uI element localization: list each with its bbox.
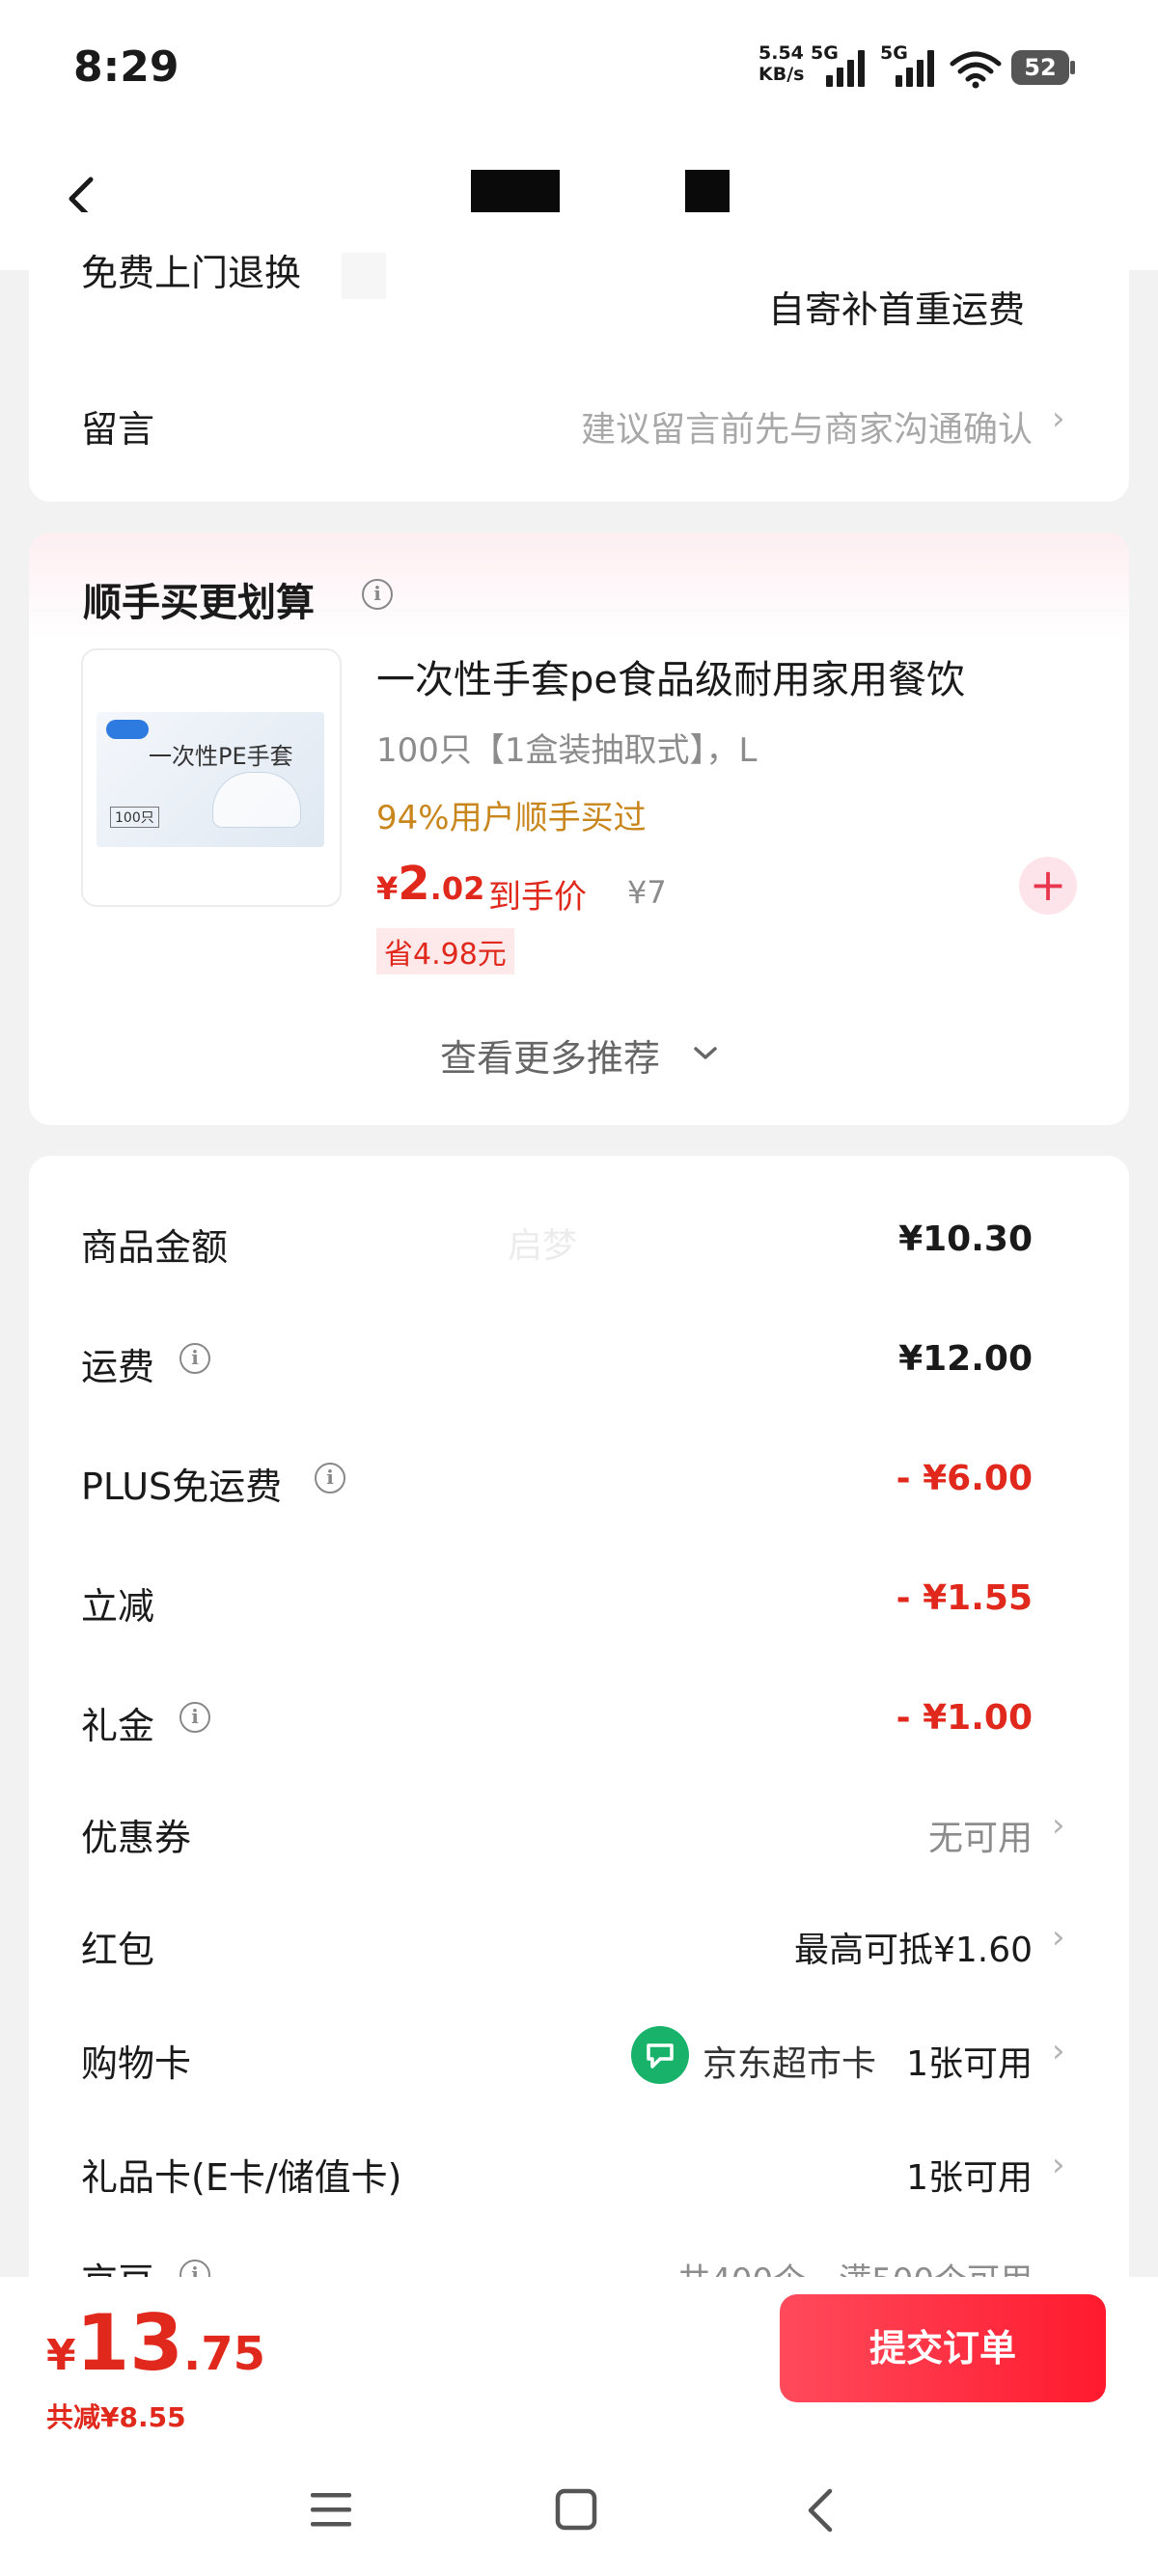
recommend-title: 顺手买更划算 [83,581,315,625]
gift-money-label: 礼金 [81,1705,155,1747]
chevron-down-icon [694,1047,717,1059]
battery-icon: 52 [1011,50,1075,85]
redacted-title-block [471,170,560,214]
total-integer: 13 [75,2298,183,2388]
price-integer: 2 [398,857,430,911]
watermark: 启梦 [508,1226,578,1266]
product-image[interactable]: 一次性PE手套 100只 [81,648,342,907]
status-time: 8:29 [73,42,179,92]
goods-amount-label: 商品金额 [81,1226,229,1269]
info-icon[interactable]: i [179,1343,210,1374]
gift-card-label: 礼品卡(E卡/储值卡) [81,2156,402,2199]
social-proof: 94%用户顺手买过 [376,799,647,837]
price-decimal: .02 [429,870,485,907]
price-tag: 到手价 [488,878,587,917]
gift-money-value: - ¥1.00 [896,1698,1033,1738]
gift-card-value: 1张可用 [906,2158,1033,2198]
status-bar: 8:29 5.54 KB/s 5G 5G 52 [0,0,1158,135]
home-square-icon[interactable] [554,2487,598,2532]
coupon-value: 无可用 [927,1819,1033,1858]
message-label: 留言 [81,408,155,451]
signal-icon [896,50,938,87]
plus-free-freight-value: - ¥6.00 [896,1459,1033,1498]
nav-back-icon[interactable] [801,2487,840,2534]
glove-box-picture: 一次性PE手套 100只 [96,712,324,847]
product-price: ¥2.02 [376,857,484,911]
red-packet-value: 最高可抵¥1.60 [793,1931,1033,1970]
original-price: ¥7 [627,874,667,911]
total-saved: 共减¥8.55 [46,2401,186,2433]
total-currency: ¥ [46,2331,76,2380]
signal-icon [826,50,868,87]
chevron-right-icon: › [1052,2032,1065,2070]
coupon-label: 优惠券 [81,1817,192,1859]
plus-free-freight-label: PLUS免运费 [81,1466,283,1508]
product-name[interactable]: 一次性手套pe食品级耐用家用餐饮 [376,648,965,704]
product-spec: 100只【1盒装抽取式】，L [376,731,758,770]
box-count: 100只 [110,807,159,828]
info-icon[interactable]: i [179,1702,210,1733]
box-title: 一次性PE手套 [149,743,293,770]
chevron-right-icon: › [1052,399,1065,438]
total-price: ¥13.75 [46,2298,265,2388]
redacted-title-block [685,170,730,214]
net-speed-value: 5.54 [758,42,804,64]
freight-label: 运费 [81,1346,155,1388]
supermarket-card-name: 京东超市卡 [703,2044,877,2084]
price-symbol: ¥ [376,870,399,907]
wifi-icon [950,51,1002,89]
red-packet-label: 红包 [81,1929,155,1971]
net-speed: 5.54 KB/s [758,42,804,85]
chevron-right-icon: › [1052,2146,1065,2184]
redacted-block [342,253,386,299]
net-speed-unit: KB/s [758,64,805,85]
goods-amount-value: ¥10.30 [898,1219,1033,1259]
menu-icon[interactable] [309,2489,353,2532]
chevron-right-icon: › [1052,1918,1065,1957]
submit-order-button[interactable]: 提交订单 [780,2294,1106,2402]
return-service-label: 免费上门退换 [81,252,302,294]
freight-value: ¥12.00 [898,1339,1033,1379]
total-decimal: .75 [182,2327,265,2381]
shopping-card-label: 购物卡 [81,2042,192,2085]
plus-icon[interactable]: + [1019,857,1077,915]
shopping-card-value: 1张可用 [906,2044,1033,2084]
instant-discount-label: 立减 [81,1585,155,1628]
jd-supermarket-card-icon [631,2026,689,2084]
info-icon[interactable]: i [315,1463,345,1494]
save-badge: 省4.98元 [376,928,514,974]
chevron-right-icon: › [1052,1806,1065,1845]
system-nav-bar [0,2451,1158,2576]
message-placeholder[interactable]: 建议留言前先与商家沟通确认 [581,401,1033,452]
instant-discount-value: - ¥1.55 [896,1578,1033,1618]
info-icon[interactable]: i [362,579,393,610]
more-recommend-link[interactable]: 查看更多推荐 [440,1028,660,1082]
